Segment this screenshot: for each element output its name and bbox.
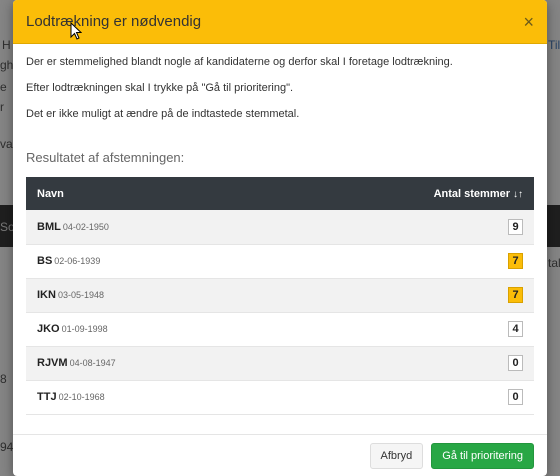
candidate-name: JKO [37, 323, 60, 335]
cancel-button[interactable]: Afbryd [369, 442, 424, 469]
table-row: RJVM 04-08-1947 0 [26, 346, 534, 380]
sort-icon[interactable]: ↓↑ [513, 189, 523, 200]
tie-break-dialog: Lodtrækning er nødvendig × Der er stemme… [13, 0, 547, 476]
candidate-cell: BML 04-02-1950 [26, 210, 267, 244]
dialog-header: Lodtrækning er nødvendig × [13, 0, 547, 44]
dialog-body: Der er stemmelighed blandt nogle af kand… [13, 44, 547, 415]
candidate-date: 01-09-1998 [61, 324, 108, 334]
vote-count: 0 [508, 355, 523, 371]
go-to-prioritization-button[interactable]: Gå til prioritering [431, 442, 534, 469]
candidate-date: 04-08-1947 [69, 358, 116, 368]
candidate-cell: IKN 03-05-1948 [26, 278, 267, 312]
candidate-cell: TTJ 02-10-1968 [26, 380, 267, 414]
column-header-votes-label: Antal stemmer [433, 187, 510, 200]
results-table: Navn Antal stemmer ↓↑ BML 04-02-1950 9 BS 0… [26, 177, 534, 415]
table-row: IKN 03-05-1948 7 [26, 278, 534, 312]
candidate-name: BS [37, 255, 53, 267]
votes-cell: 0 [267, 346, 534, 380]
dialog-message: Efter lodtrækningen skal I trykke på "Gå… [26, 82, 294, 94]
candidate-date: 02-10-1968 [58, 392, 105, 402]
candidate-name: BML [37, 220, 61, 233]
table-row: JKO 01-09-1998 4 [26, 312, 534, 346]
candidate-cell: JKO 01-09-1998 [26, 312, 267, 346]
candidate-cell: RJVM 04-08-1947 [26, 346, 267, 380]
mouse-cursor-icon [70, 22, 82, 40]
result-title: Resultatet af afstemningen: [26, 150, 185, 165]
candidate-date: 04-02-1950 [62, 221, 109, 232]
votes-cell: 7 [267, 244, 534, 278]
votes-cell: 9 [267, 210, 534, 244]
candidate-name: IKN [37, 289, 56, 301]
dialog-footer: Afbryd Gå til prioritering [13, 434, 547, 476]
candidate-date: 02-06-1939 [54, 256, 101, 266]
candidate-name: TTJ [37, 391, 57, 403]
vote-count-tie: 7 [508, 287, 523, 303]
dialog-message: Der er stemmelighed blandt nogle af kand… [26, 56, 453, 68]
table-row: BML 04-02-1950 9 [26, 210, 534, 244]
candidate-date: 03-05-1948 [57, 290, 104, 300]
votes-cell: 7 [267, 278, 534, 312]
vote-count: 4 [508, 321, 523, 337]
candidate-name: RJVM [37, 357, 68, 369]
vote-count: 9 [508, 218, 523, 235]
column-header-name[interactable]: Navn [26, 177, 267, 210]
vote-count: 0 [508, 389, 523, 405]
dialog-message: Det er ikke muligt at ændre på de indtas… [26, 108, 300, 120]
table-row: TTJ 02-10-1968 0 [26, 380, 534, 414]
table-row: BS 02-06-1939 7 [26, 244, 534, 278]
column-header-votes[interactable]: Antal stemmer ↓↑ [267, 177, 534, 210]
votes-cell: 0 [267, 380, 534, 414]
dialog-title: Lodtrækning er nødvendig [26, 13, 202, 30]
votes-cell: 4 [267, 312, 534, 346]
close-icon[interactable]: × [523, 13, 534, 31]
table-header-row: Navn Antal stemmer ↓↑ [26, 177, 534, 210]
vote-count-tie: 7 [508, 253, 523, 269]
candidate-cell: BS 02-06-1939 [26, 244, 267, 278]
